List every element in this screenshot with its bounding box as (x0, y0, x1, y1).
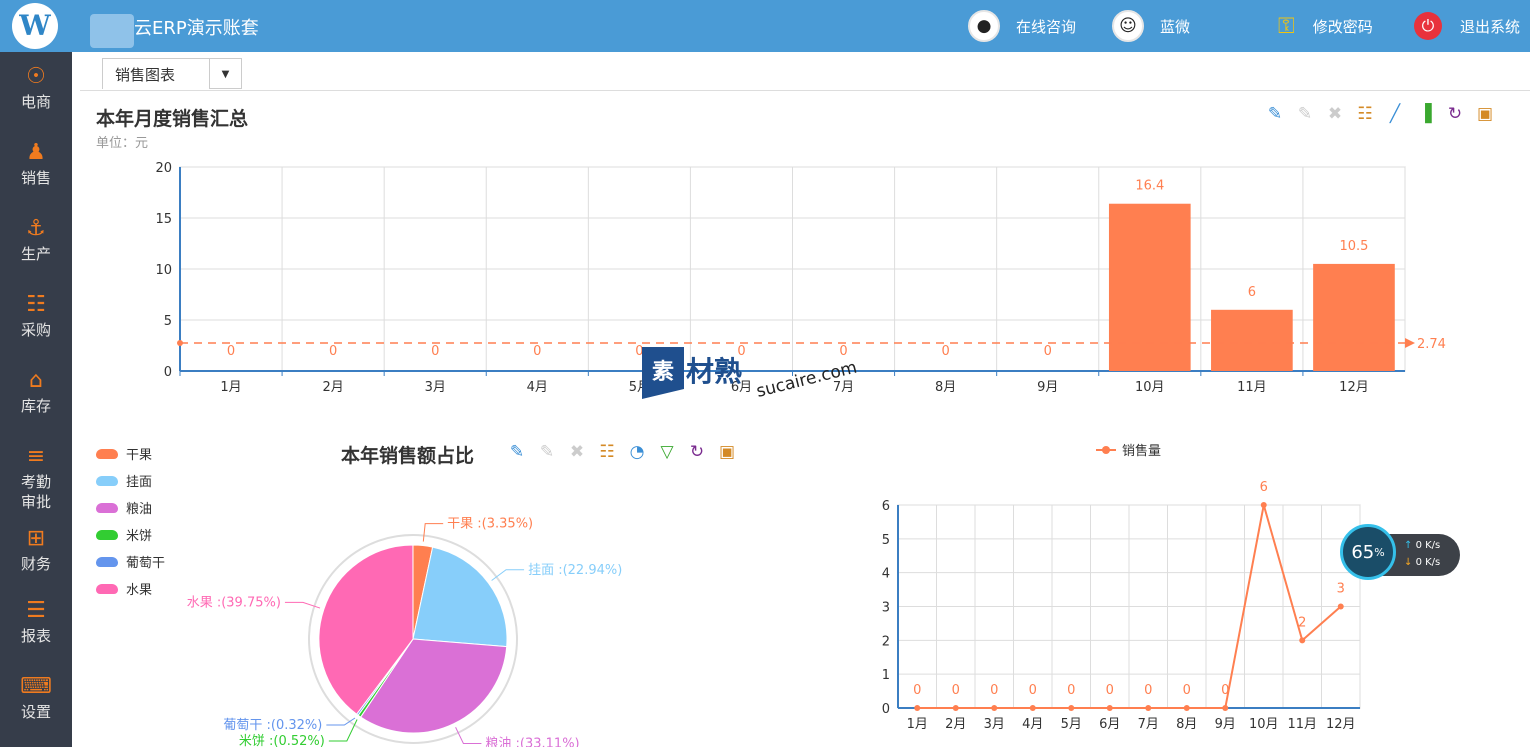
y-tick-label: 15 (155, 212, 172, 227)
data-point (1106, 705, 1113, 711)
bar-value-label: 0 (227, 344, 235, 359)
memory-percent-unit: % (1374, 545, 1385, 559)
pie-slice-label: 水果 :(39.75%) (187, 595, 281, 610)
data-point-label: 0 (952, 683, 960, 698)
average-line-start (177, 340, 183, 347)
y-tick-label: 0 (882, 702, 890, 717)
x-tick-label: 4月 (527, 380, 548, 395)
pie-slice-label: 葡萄干 :(0.32%) (223, 718, 322, 733)
x-tick-label: 2月 (322, 380, 343, 395)
y-tick-label: 1 (882, 668, 890, 683)
pie-label-line (491, 569, 525, 581)
upload-speed: ↑ 0 K/s (1404, 540, 1440, 551)
bar-value-label: 0 (533, 344, 541, 359)
x-tick-label: 10月 (1135, 380, 1165, 395)
bar-value-label: 0 (1044, 344, 1052, 359)
x-tick-label: 2月 (945, 717, 966, 732)
svg-text:材熟: 材熟 (686, 355, 742, 388)
data-point (1260, 502, 1267, 508)
bar-value-label: 0 (431, 344, 439, 359)
data-point-label: 0 (1144, 683, 1152, 698)
data-point-label: 0 (1221, 683, 1229, 698)
sales-volume-line-chart: 销售量 0 1 2 3 4 5 6 1月 0 2月 0 3月 0 4月 0 5月 0 6月 0 7月 0 8月 0 9月 0 10月… (882, 443, 1361, 732)
bar (1108, 203, 1191, 371)
data-point-label: 0 (1067, 683, 1075, 698)
y-tick-label: 4 (882, 567, 890, 582)
data-point-label: 2 (1298, 615, 1306, 630)
memory-percent: 65 (1351, 541, 1375, 563)
x-tick-label: 8月 (1176, 717, 1197, 732)
x-tick-label: 3月 (425, 380, 446, 395)
x-tick-label: 9月 (1215, 717, 1236, 732)
legend-marker (1102, 446, 1110, 454)
x-tick-label: 9月 (1037, 380, 1058, 395)
y-tick-label: 10 (155, 263, 172, 278)
x-tick-label: 1月 (907, 717, 928, 732)
bar-value-label: 6 (1248, 285, 1256, 300)
watermark-logo: 素 材熟 sucaire.com (642, 347, 859, 402)
data-point (1222, 705, 1229, 711)
x-tick-label: 10月 (1249, 717, 1279, 732)
x-tick-label: 7月 (1138, 717, 1159, 732)
data-point (1183, 705, 1190, 711)
y-tick-label: 0 (164, 365, 172, 380)
memory-usage-gauge: 65% (1340, 524, 1396, 580)
bar-value-label: 0 (941, 344, 949, 359)
data-point (991, 705, 998, 711)
x-tick-label: 6月 (1099, 717, 1120, 732)
pie-label-line (455, 727, 482, 744)
watermark: 素 材熟 sucaire.com (640, 345, 900, 409)
sales-ratio-pie-chart: 干果 :(3.35%) 挂面 :(22.94%) 粮油 :(33.11%) 米饼 :(… (187, 517, 623, 747)
x-tick-label: 3月 (984, 717, 1005, 732)
pie-slice-label: 米饼 :(0.52%) (239, 734, 325, 747)
x-tick-label: 5月 (1061, 717, 1082, 732)
data-point-label: 0 (1183, 683, 1191, 698)
x-tick-label: 1月 (220, 380, 241, 395)
bar (1313, 263, 1395, 371)
bar-value-label: 0 (329, 344, 337, 359)
y-tick-label: 2 (882, 634, 890, 649)
upload-speed-value: 0 K/s (1415, 540, 1441, 551)
average-line-label: 2.74 (1417, 337, 1446, 352)
x-tick-label: 8月 (935, 380, 956, 395)
data-point-label: 0 (990, 683, 998, 698)
x-tick-label: 12月 (1339, 380, 1369, 395)
bar (1211, 309, 1293, 371)
y-tick-label: 5 (882, 533, 890, 548)
data-point (1029, 705, 1036, 711)
data-point (1068, 705, 1075, 711)
download-speed: ↓ 0 K/s (1404, 557, 1440, 568)
network-speed-widget[interactable]: 65% ↑ 0 K/s ↓ 0 K/s (1340, 524, 1460, 580)
upload-arrow-icon: ↑ (1404, 540, 1413, 551)
bar-value-label: 10.5 (1339, 239, 1368, 254)
bar-value-label: 16.4 (1135, 179, 1164, 194)
pie-slice-label: 挂面 :(22.94%) (528, 563, 622, 578)
data-point-label: 0 (913, 683, 921, 698)
svg-text:素: 素 (652, 359, 674, 385)
x-tick-label: 12月 (1326, 717, 1356, 732)
y-tick-label: 20 (155, 161, 172, 176)
data-point (1337, 603, 1344, 610)
data-point-label: 0 (1106, 683, 1114, 698)
x-tick-label: 11月 (1237, 380, 1267, 395)
svg-text:sucaire.com: sucaire.com (754, 358, 859, 402)
data-point (914, 705, 921, 711)
y-tick-label: 6 (882, 499, 890, 514)
pie-slice-label: 干果 :(3.35%) (447, 517, 533, 532)
data-point (1145, 705, 1152, 711)
data-point-label: 6 (1260, 480, 1268, 495)
legend-label: 销售量 (1122, 443, 1161, 459)
pie-slice-label: 粮油 :(33.11%) (485, 736, 579, 747)
average-line-arrow (1405, 338, 1415, 349)
data-point (1299, 637, 1306, 644)
data-point-label: 0 (1029, 683, 1037, 698)
download-arrow-icon: ↓ (1404, 557, 1413, 568)
y-tick-label: 3 (882, 601, 890, 616)
data-point (952, 705, 959, 711)
x-tick-label: 11月 (1287, 717, 1317, 732)
data-point-label: 3 (1337, 582, 1345, 597)
download-speed-value: 0 K/s (1415, 557, 1441, 568)
x-tick-label: 4月 (1022, 717, 1043, 732)
y-tick-label: 5 (164, 314, 172, 329)
